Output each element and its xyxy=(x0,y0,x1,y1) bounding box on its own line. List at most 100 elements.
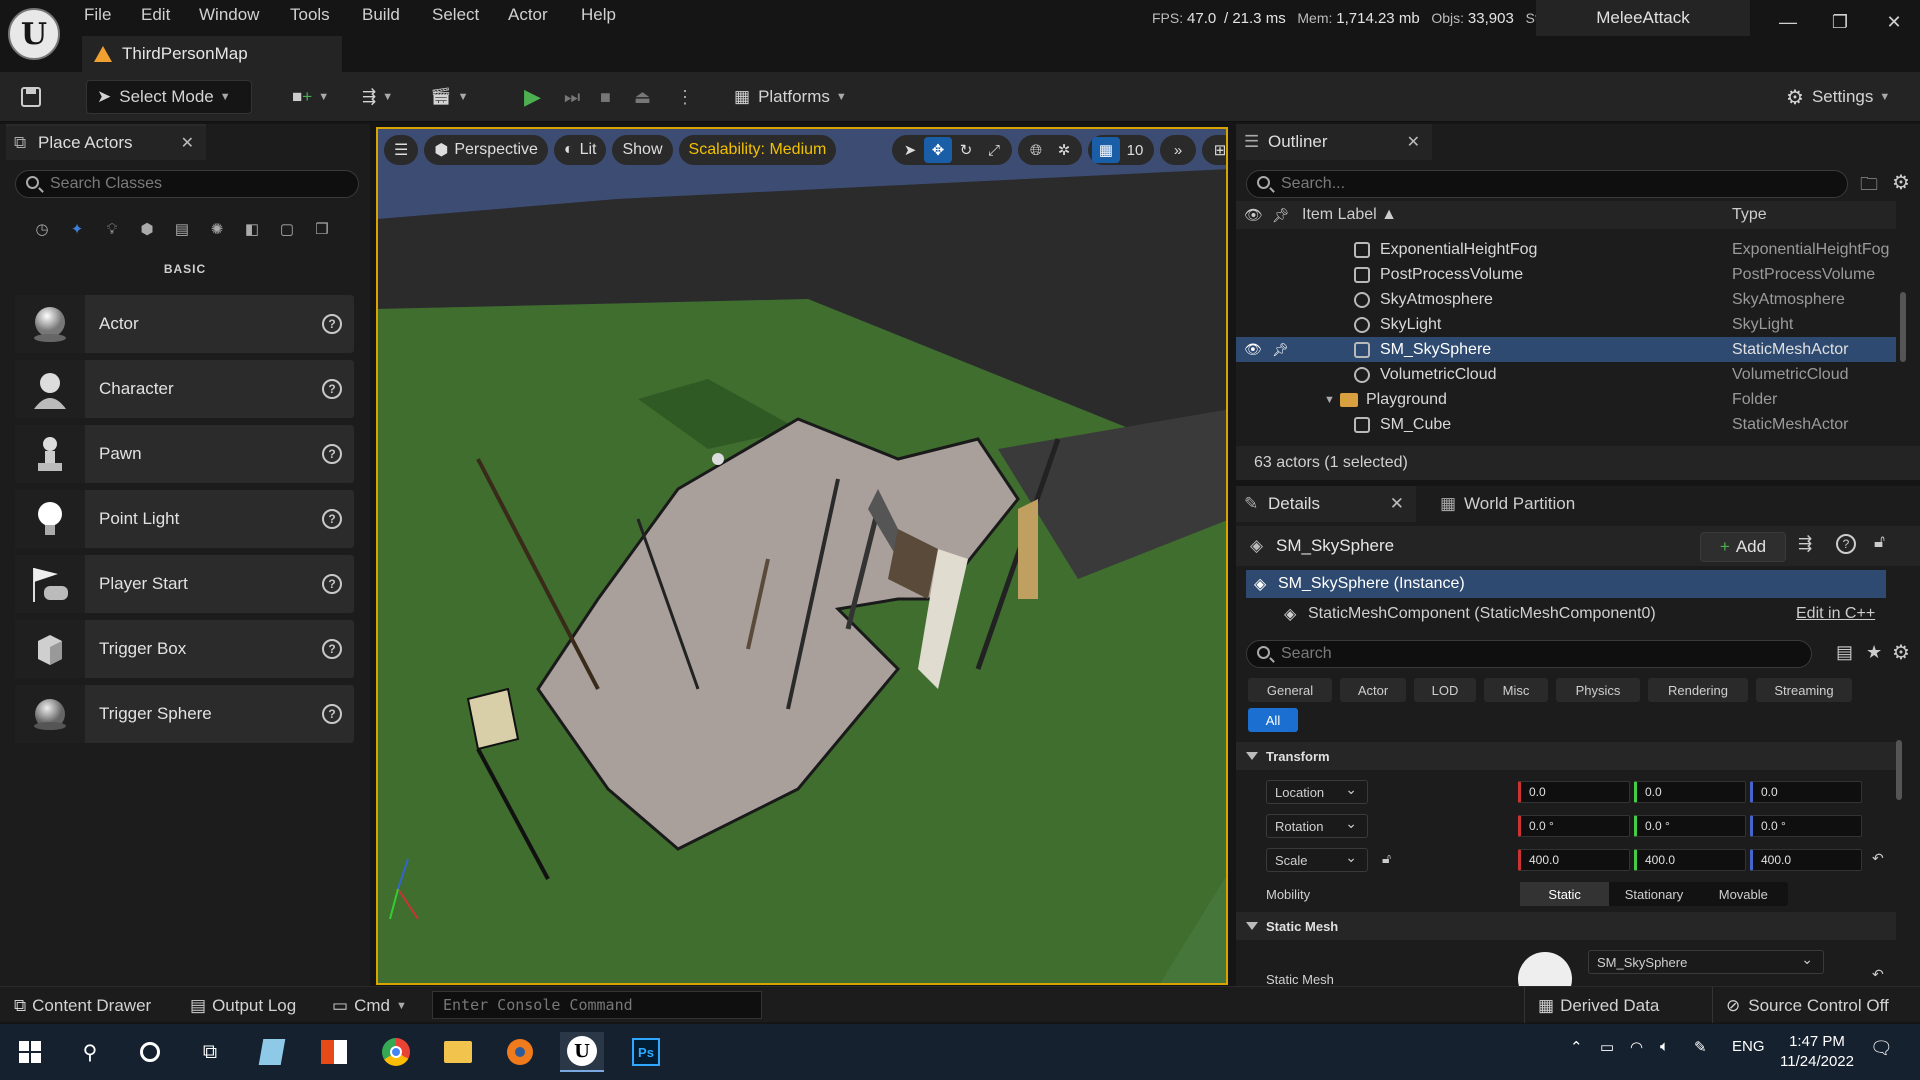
item-label-column[interactable]: Item Label ▲ xyxy=(1302,206,1397,224)
restore-icon[interactable]: ❐ xyxy=(1820,8,1860,36)
battery-icon[interactable]: ▭ xyxy=(1600,1038,1614,1056)
perspective-button[interactable]: ⬢ Perspective xyxy=(424,135,548,165)
search-classes-input[interactable]: Search Classes xyxy=(15,170,359,198)
menu-build[interactable]: Build xyxy=(362,0,400,30)
help-icon[interactable]: ? xyxy=(322,639,342,659)
rotation-x-field[interactable]: 0.0 ° xyxy=(1518,815,1630,837)
pin-icon[interactable]: 📌︎ xyxy=(1272,342,1289,358)
close-window-icon[interactable]: ✕ xyxy=(1874,8,1914,36)
clock[interactable]: 1:47 PM 11/24/2022 xyxy=(1772,1032,1862,1072)
blueprint-button[interactable]: ⇶ ▼ xyxy=(362,80,393,114)
content-drawer-button[interactable]: ⧉ Content Drawer xyxy=(14,993,151,1019)
mesh-thumbnail[interactable] xyxy=(1518,952,1572,986)
gear-icon[interactable]: ⚙ xyxy=(1892,640,1910,665)
table-view-icon[interactable]: ▤ xyxy=(1836,642,1853,663)
help-icon[interactable]: ? xyxy=(322,509,342,529)
lock-icon[interactable]: 🔓︎ xyxy=(1874,532,1885,552)
visibility-eye-icon[interactable]: 👁︎ xyxy=(1244,341,1262,358)
filter-general[interactable]: General xyxy=(1248,678,1332,702)
surface-snap-icon[interactable]: ✲ xyxy=(1050,137,1078,163)
filter-physics[interactable]: Physics xyxy=(1556,678,1640,702)
scale-z-field[interactable]: 400.0 xyxy=(1750,849,1862,871)
eject-icon[interactable]: ⏏ xyxy=(634,80,651,114)
viewport-menu-icon[interactable]: ☰ xyxy=(384,135,419,165)
menu-select[interactable]: Select xyxy=(432,0,479,30)
scale-tool-icon[interactable]: ⤢ xyxy=(980,137,1008,163)
add-content-button[interactable]: ■+ ▼ xyxy=(292,80,329,114)
menu-help[interactable]: Help xyxy=(581,0,616,30)
lock-icon[interactable]: 🔓︎ xyxy=(1382,850,1391,867)
step-icon[interactable]: ⏭ xyxy=(564,80,580,114)
cmd-dropdown[interactable]: ▭ Cmd ▼ xyxy=(332,993,407,1019)
scale-y-field[interactable]: 400.0 xyxy=(1634,849,1746,871)
actor-item-trigger-box[interactable]: Trigger Box ? xyxy=(15,620,354,678)
mobility-movable[interactable]: Movable xyxy=(1699,882,1788,906)
help-icon[interactable]: ? xyxy=(322,574,342,594)
help-icon[interactable]: ? xyxy=(322,314,342,334)
lights-icon[interactable]: 💡︎ xyxy=(100,217,124,241)
pin-icon[interactable]: 📌︎ xyxy=(1272,207,1290,224)
static-mesh-section[interactable]: Static Mesh xyxy=(1236,912,1896,940)
filter-misc[interactable]: Misc xyxy=(1484,678,1548,702)
outliner-row[interactable]: SM_Cube StaticMeshActor xyxy=(1236,412,1896,437)
details-search-input[interactable]: Search xyxy=(1246,640,1812,668)
actor-item-pawn[interactable]: Pawn ? xyxy=(15,425,354,483)
outliner-row-selected[interactable]: 👁︎ 📌︎ SM_SkySphere StaticMeshActor xyxy=(1236,337,1896,362)
actor-item-trigger-sphere[interactable]: Trigger Sphere ? xyxy=(15,685,354,743)
all-classes-icon[interactable]: ❒ xyxy=(310,217,334,241)
reset-icon[interactable]: ↶ xyxy=(1872,966,1884,983)
component-static-mesh[interactable]: ◈ StaticMeshComponent (StaticMeshComponen… xyxy=(1246,600,1886,628)
basic-category-icon[interactable]: ✦ xyxy=(65,217,89,241)
map-tab[interactable]: ThirdPersonMap xyxy=(82,36,342,72)
rotate-tool-icon[interactable]: ↻ xyxy=(952,137,980,163)
location-y-field[interactable]: 0.0 xyxy=(1634,781,1746,803)
play-icon[interactable]: ▶ xyxy=(524,80,541,114)
file-explorer-icon[interactable] xyxy=(436,1032,480,1072)
mobility-static[interactable]: Static xyxy=(1520,882,1610,906)
location-dropdown[interactable]: Location xyxy=(1266,780,1368,804)
volume-icon[interactable]: 🔈︎ xyxy=(1660,1038,1669,1055)
task-view-icon[interactable]: ⧉ xyxy=(188,1032,232,1072)
show-hidden-icons[interactable]: ⌃ xyxy=(1570,1038,1583,1056)
filter-actor[interactable]: Actor xyxy=(1340,678,1406,702)
outliner-row[interactable]: VolumetricCloud VolumetricCloud xyxy=(1236,362,1896,387)
help-icon[interactable]: ? xyxy=(322,444,342,464)
more-options-icon[interactable]: » xyxy=(1164,137,1192,163)
details-tab[interactable]: ✎ Details ✕ xyxy=(1236,486,1416,522)
scale-dropdown[interactable]: Scale xyxy=(1266,848,1368,872)
view-mode-button[interactable]: ◐ Lit xyxy=(553,135,607,165)
scene-render[interactable] xyxy=(378,129,1228,985)
play-options-icon[interactable]: ⋮ xyxy=(676,80,694,114)
actor-item-actor[interactable]: Actor ? xyxy=(15,295,354,353)
expand-arrow-icon[interactable]: ▼ xyxy=(1324,394,1335,406)
component-instance[interactable]: ◈ SM_SkySphere (Instance) xyxy=(1246,570,1886,598)
notepad-app-icon[interactable] xyxy=(250,1032,294,1072)
photoshop-app-icon[interactable]: Ps xyxy=(624,1032,668,1072)
scale-x-field[interactable]: 400.0 xyxy=(1518,849,1630,871)
add-folder-icon[interactable]: 🗀︎ xyxy=(1860,172,1878,202)
add-component-button[interactable]: + Add xyxy=(1700,532,1786,562)
actor-item-player-start[interactable]: Player Start ? xyxy=(15,555,354,613)
unreal-logo-icon[interactable]: U xyxy=(8,8,60,60)
office-app-icon[interactable] xyxy=(312,1032,356,1072)
menu-tools[interactable]: Tools xyxy=(290,0,330,30)
filter-all[interactable]: All xyxy=(1248,708,1298,732)
stop-icon[interactable]: ■ xyxy=(600,80,611,114)
output-log-button[interactable]: ▤ Output Log xyxy=(190,993,296,1019)
outliner-row[interactable]: PostProcessVolume PostProcessVolume xyxy=(1236,262,1896,287)
outliner-row[interactable]: SkyAtmosphere SkyAtmosphere xyxy=(1236,287,1896,312)
reset-icon[interactable]: ↶ xyxy=(1872,850,1884,867)
outliner-row[interactable]: ▼ Playground Folder xyxy=(1236,387,1896,412)
console-command-input[interactable]: Enter Console Command xyxy=(432,991,762,1019)
world-space-icon[interactable]: 🌐︎ xyxy=(1022,137,1050,163)
input-language[interactable]: ENG xyxy=(1732,1038,1765,1055)
source-control-button[interactable]: ⊘ Source Control Off xyxy=(1726,993,1889,1019)
cinematic-icon[interactable]: ▤ xyxy=(170,217,194,241)
close-tab-icon[interactable]: ✕ xyxy=(1407,132,1420,152)
rotation-z-field[interactable]: 0.0 ° xyxy=(1750,815,1862,837)
outliner-row[interactable]: ExponentialHeightFog ExponentialHeightFog xyxy=(1236,237,1896,262)
actor-item-character[interactable]: Character ? xyxy=(15,360,354,418)
location-x-field[interactable]: 0.0 xyxy=(1518,781,1630,803)
layout-icon[interactable]: ⊞ xyxy=(1206,137,1226,163)
grid-size-value[interactable]: 10 xyxy=(1120,137,1150,163)
